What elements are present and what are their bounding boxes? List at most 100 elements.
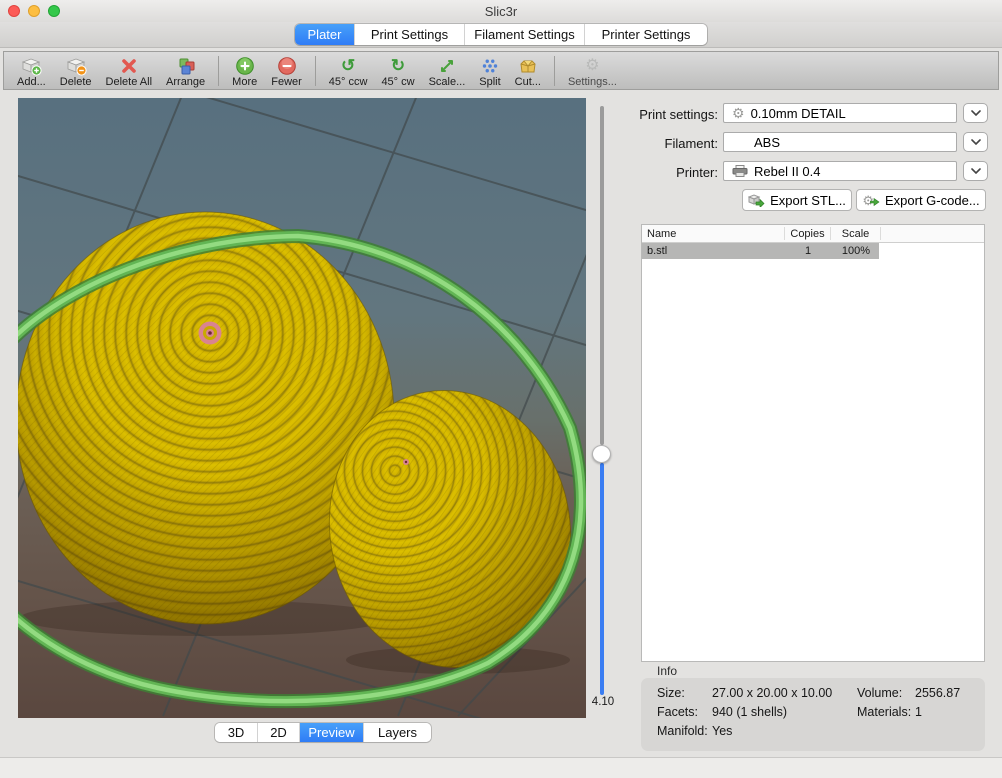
scale-arrows-icon xyxy=(438,56,456,76)
cut-button[interactable]: Cut... xyxy=(508,54,548,88)
add-label: Add... xyxy=(17,76,46,88)
more-plus-icon xyxy=(235,56,255,76)
rotate-cw-button[interactable]: ↻ 45° cw xyxy=(374,54,421,88)
print-settings-dropdown-button[interactable] xyxy=(963,103,988,123)
printer-dropdown-button[interactable] xyxy=(963,161,988,181)
materials-label: Materials: xyxy=(857,705,911,719)
layer-slider-track-filled[interactable] xyxy=(600,463,604,695)
more-label: More xyxy=(232,76,257,88)
tab-preview[interactable]: Preview xyxy=(300,723,364,742)
export-stl-icon xyxy=(748,193,765,207)
tab-layers[interactable]: Layers xyxy=(364,723,431,742)
layer-slider-track[interactable] xyxy=(600,106,604,445)
printer-combo[interactable]: Rebel II 0.4 xyxy=(723,161,957,181)
split-button[interactable]: Split xyxy=(472,54,507,88)
print-settings-label: Print settings: xyxy=(620,107,718,122)
filament-dropdown-button[interactable] xyxy=(963,132,988,152)
filament-label: Filament: xyxy=(620,136,718,151)
cut-box-icon xyxy=(518,56,538,76)
export-stl-button[interactable]: Export STL... xyxy=(742,189,852,211)
rotate-cw-label: 45° cw xyxy=(381,76,414,88)
tab-printer-settings[interactable]: Printer Settings xyxy=(585,24,707,45)
printer-label: Printer: xyxy=(620,165,718,180)
size-label: Size: xyxy=(657,686,685,700)
view-tab-control: 3D 2D Preview Layers xyxy=(215,723,431,742)
object-settings-button[interactable]: ⚙ Settings... xyxy=(561,54,624,88)
settings-label: Settings... xyxy=(568,76,617,88)
cell-scale: 100% xyxy=(831,243,881,259)
toolbar-separator xyxy=(315,56,316,86)
status-bar xyxy=(0,757,1002,778)
main-tab-control: Plater Print Settings Filament Settings … xyxy=(295,24,707,45)
fewer-label: Fewer xyxy=(271,76,302,88)
delete-all-label: Delete All xyxy=(106,76,152,88)
column-header-scale[interactable]: Scale xyxy=(831,227,881,240)
tab-3d[interactable]: 3D xyxy=(215,723,258,742)
column-header-copies[interactable]: Copies xyxy=(785,227,831,240)
materials-value: 1 xyxy=(915,705,922,719)
top-layer-highlight xyxy=(199,322,222,345)
chevron-down-icon xyxy=(971,168,981,174)
toolbar-separator xyxy=(554,56,555,86)
delete-all-button[interactable]: Delete All xyxy=(99,54,159,88)
fewer-button[interactable]: Fewer xyxy=(264,54,309,88)
print-settings-value: 0.10mm DETAIL xyxy=(751,106,846,121)
filament-value: ABS xyxy=(754,135,780,150)
scale-button[interactable]: Scale... xyxy=(422,54,473,88)
cut-label: Cut... xyxy=(515,76,541,88)
more-button[interactable]: More xyxy=(225,54,264,88)
toolbar: Add... Delete Delete All Arrange More xyxy=(3,51,999,90)
tab-filament-settings[interactable]: Filament Settings xyxy=(465,24,585,45)
split-label: Split xyxy=(479,76,500,88)
filament-combo[interactable]: ABS xyxy=(723,132,957,152)
delete-button[interactable]: Delete xyxy=(53,54,99,88)
export-stl-label: Export STL... xyxy=(770,193,846,208)
top-layer-highlight-small xyxy=(403,459,409,465)
delete-label: Delete xyxy=(60,76,92,88)
volume-value: 2556.87 xyxy=(915,686,960,700)
layer-slider-thumb[interactable] xyxy=(592,445,611,463)
gear-icon: ⚙ xyxy=(732,105,745,122)
info-panel-title: Info xyxy=(657,664,677,678)
rotate-ccw-button[interactable]: ↺ 45° ccw xyxy=(322,54,375,88)
manifold-label: Manifold: xyxy=(657,724,708,738)
split-dots-icon xyxy=(481,56,499,76)
tab-print-settings[interactable]: Print Settings xyxy=(355,24,465,45)
object-list-header: Name Copies Scale xyxy=(642,225,984,243)
print-settings-combo[interactable]: ⚙ 0.10mm DETAIL xyxy=(723,103,957,123)
table-row[interactable]: b.stl 1 100% xyxy=(642,243,984,259)
facets-value: 940 (1 shells) xyxy=(712,705,787,719)
scale-label: Scale... xyxy=(429,76,466,88)
arrange-cubes-icon xyxy=(176,56,196,76)
tab-plater[interactable]: Plater xyxy=(295,24,355,45)
object-list: Name Copies Scale b.stl 1 100% xyxy=(641,224,985,662)
manifold-value: Yes xyxy=(712,724,732,738)
printer-icon xyxy=(732,165,748,177)
3d-viewport[interactable] xyxy=(18,98,586,718)
slic3r-window: Slic3r Plater Print Settings Filament Se… xyxy=(0,0,1002,778)
export-gcode-icon: ⚙ xyxy=(862,193,880,207)
chevron-down-icon xyxy=(971,110,981,116)
delete-all-x-icon xyxy=(120,56,138,76)
add-button[interactable]: Add... xyxy=(10,54,53,88)
gear-icon: ⚙ xyxy=(585,56,599,76)
cell-copies: 1 xyxy=(785,243,831,259)
info-panel: Size: 27.00 x 20.00 x 10.00 Volume: 2556… xyxy=(641,678,985,751)
window-title: Slic3r xyxy=(0,4,1002,19)
printer-value: Rebel II 0.4 xyxy=(754,164,821,179)
layer-slider-value: 4.10 xyxy=(584,696,622,708)
volume-label: Volume: xyxy=(857,686,902,700)
column-header-name[interactable]: Name xyxy=(642,227,785,240)
cell-name: b.stl xyxy=(642,243,785,259)
rotate-ccw-icon: ↺ xyxy=(341,56,355,76)
arrange-label: Arrange xyxy=(166,76,205,88)
rotate-ccw-label: 45° ccw xyxy=(329,76,368,88)
delete-box-icon xyxy=(65,56,87,76)
tab-2d[interactable]: 2D xyxy=(258,723,300,742)
fewer-minus-icon xyxy=(277,56,297,76)
toolbar-separator xyxy=(218,56,219,86)
arrange-button[interactable]: Arrange xyxy=(159,54,212,88)
size-value: 27.00 x 20.00 x 10.00 xyxy=(712,686,832,700)
export-gcode-button[interactable]: ⚙ Export G-code... xyxy=(856,189,986,211)
rotate-cw-icon: ↻ xyxy=(391,56,405,76)
